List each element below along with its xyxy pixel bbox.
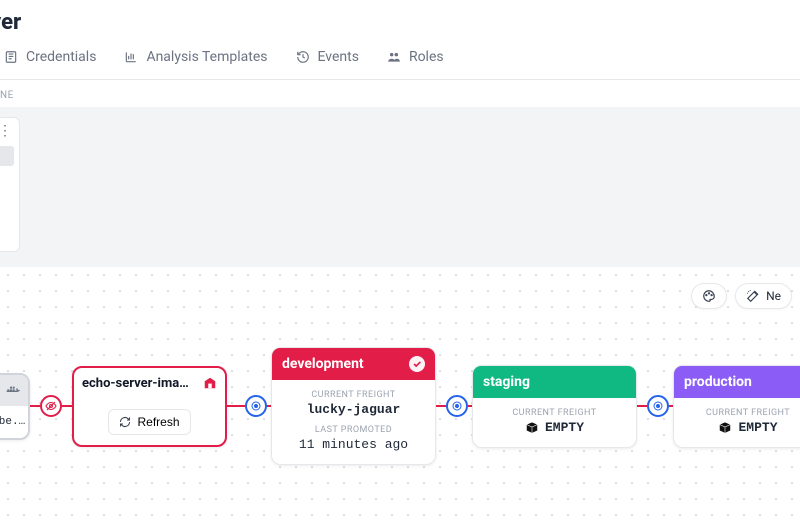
- freight-card[interactable]: ⋮: [0, 117, 20, 252]
- box-icon: [718, 421, 732, 433]
- subscription-card[interactable]: otion r.windkube.…: [0, 373, 30, 440]
- palette-icon: [702, 289, 716, 303]
- tab-credentials[interactable]: Credentials: [4, 49, 96, 65]
- warehouse-card[interactable]: echo-server-ima… Refresh: [72, 366, 227, 447]
- refresh-button[interactable]: Refresh: [108, 409, 190, 435]
- tab-label: Analysis Templates: [146, 49, 267, 65]
- new-button-label: Ne: [766, 289, 781, 303]
- stage-name: staging: [483, 374, 530, 390]
- warehouse-title: echo-server-ima…: [82, 376, 189, 391]
- new-button[interactable]: Ne: [735, 283, 792, 309]
- more-vertical-icon[interactable]: ⋮: [0, 124, 12, 138]
- stage-production[interactable]: production CURRENT FREIGHT EMPTY: [673, 365, 800, 448]
- tab-label: Events: [318, 49, 359, 65]
- stage-development[interactable]: development CURRENT FREIGHT lucky-jaguar…: [271, 347, 436, 465]
- warehouse-icon: [203, 376, 217, 390]
- tabs: Credentials Analysis Templates Events Ro…: [0, 49, 800, 79]
- freight-chip: [0, 146, 14, 166]
- stage-staging[interactable]: staging CURRENT FREIGHT EMPTY: [472, 365, 637, 448]
- freight-label: CURRENT FREIGHT: [479, 408, 630, 418]
- port-target-dev[interactable]: [245, 395, 267, 417]
- subscription-body: r.windkube.…: [0, 406, 28, 438]
- header: ver Credentials Analysis Templates Event…: [0, 0, 800, 80]
- promoted-label: LAST PROMOTED: [278, 425, 429, 435]
- tab-label: Roles: [409, 49, 444, 65]
- port-target-production[interactable]: [647, 395, 669, 417]
- freight-timeline-panel: ⋮: [0, 107, 800, 267]
- freight-label: CURRENT FREIGHT: [680, 408, 800, 418]
- section-label: NE: [0, 80, 800, 107]
- tab-label: Credentials: [26, 49, 96, 65]
- tab-analysis-templates[interactable]: Analysis Templates: [124, 49, 267, 65]
- promoted-value: 11 minutes ago: [278, 437, 429, 452]
- box-icon: [525, 421, 539, 433]
- port-target-staging[interactable]: [446, 395, 468, 417]
- port-eye[interactable]: [40, 395, 62, 417]
- page-title: ver: [0, 10, 800, 49]
- tab-roles[interactable]: Roles: [387, 49, 444, 65]
- history-icon: [296, 50, 310, 64]
- canvas-toolbar: Ne: [691, 283, 792, 309]
- chart-icon: [124, 50, 138, 64]
- stage-name: production: [684, 374, 752, 390]
- freight-value: EMPTY: [545, 420, 584, 435]
- wand-icon: [746, 289, 760, 303]
- id-card-icon: [4, 50, 18, 64]
- pipeline-row: otion r.windkube.… echo-server-ima…: [0, 347, 800, 465]
- palette-button[interactable]: [691, 283, 727, 309]
- users-icon: [387, 50, 401, 64]
- refresh-label: Refresh: [137, 415, 179, 429]
- stage-name: development: [282, 356, 364, 372]
- pipeline-canvas[interactable]: Ne otion r.windkube.… echo-server-ima…: [0, 267, 800, 527]
- freight-label: CURRENT FREIGHT: [278, 390, 429, 400]
- refresh-icon: [119, 416, 131, 428]
- freight-value: EMPTY: [738, 420, 777, 435]
- tab-events[interactable]: Events: [296, 49, 359, 65]
- freight-value: lucky-jaguar: [278, 402, 429, 417]
- check-icon: [409, 356, 425, 372]
- docker-icon: [6, 384, 22, 396]
